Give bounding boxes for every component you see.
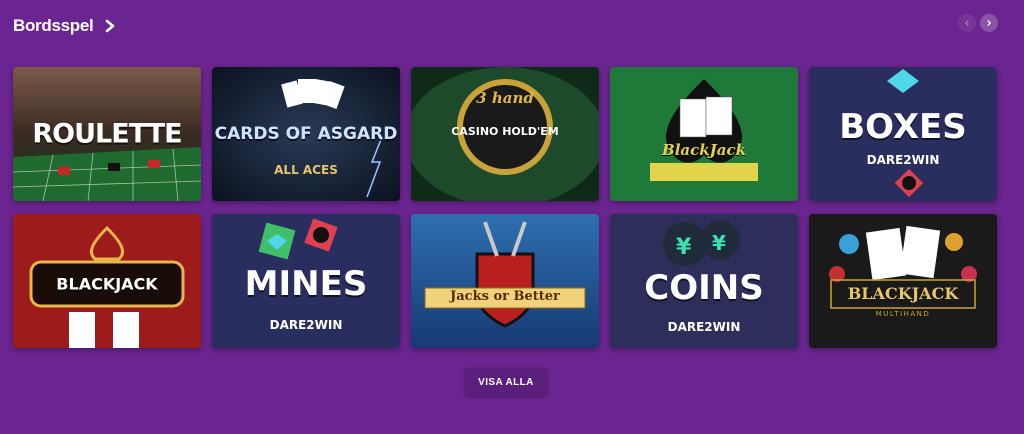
chevron-right-icon[interactable] <box>103 19 117 33</box>
game-title: 3 hand <box>476 89 534 107</box>
blackjack-red-artwork <box>13 214 201 348</box>
game-title: BLACKJACK <box>847 284 959 303</box>
game-title: BlackJack <box>662 141 746 159</box>
game-tile-blackjack-red[interactable]: BLACKJACK <box>13 214 201 348</box>
roulette-artwork <box>13 67 201 201</box>
game-subtitle: MULTIHAND <box>875 310 931 318</box>
game-tile-blackjack-classic[interactable]: BlackJack <box>610 67 798 201</box>
section-title[interactable]: Bordsspel <box>13 16 94 36</box>
game-tile-cards-of-asgard[interactable]: CARDS OF ASGARD ALL ACES <box>212 67 400 201</box>
boxes-artwork <box>809 67 997 201</box>
game-tile-mines[interactable]: MINES DARE2WIN <box>212 214 400 348</box>
game-grid: ROULETTE CARDS OF ASGARD ALL ACES 3 hand… <box>13 67 997 348</box>
game-tile-blackjack-multihand[interactable]: BLACKJACK MULTIHAND <box>809 214 997 348</box>
chevron-left-icon <box>964 20 969 26</box>
game-tile-boxes[interactable]: BOXES DARE2WIN <box>809 67 997 201</box>
show-all-button[interactable]: VISA ALLA <box>465 368 547 396</box>
game-title: Jacks or Better <box>450 289 560 304</box>
carousel-nav <box>958 14 998 32</box>
game-subtitle: DARE2WIN <box>866 153 940 167</box>
chevron-right-icon <box>987 20 992 26</box>
multihand-artwork <box>809 214 997 348</box>
game-subtitle: DARE2WIN <box>667 320 741 334</box>
asgard-artwork <box>212 67 400 201</box>
carousel-prev-button[interactable] <box>958 14 976 32</box>
blackjack-classic-artwork <box>610 67 798 201</box>
game-subtitle: ALL ACES <box>274 163 338 177</box>
section-header: Bordsspel <box>13 12 117 40</box>
game-tile-jacks-or-better[interactable]: Jacks or Better <box>411 214 599 348</box>
game-tile-coins[interactable]: ¥ ¥ COINS DARE2WIN <box>610 214 798 348</box>
game-tile-roulette[interactable]: ROULETTE <box>13 67 201 201</box>
game-subtitle: DARE2WIN <box>269 318 343 332</box>
svg-text:¥: ¥ <box>676 235 692 260</box>
game-subtitle: CASINO HOLD'EM <box>451 125 559 138</box>
carousel-next-button[interactable] <box>980 14 998 32</box>
game-tile-casino-holdem[interactable]: 3 hand CASINO HOLD'EM <box>411 67 599 201</box>
jacks-artwork <box>411 214 599 348</box>
svg-text:¥: ¥ <box>712 231 726 255</box>
